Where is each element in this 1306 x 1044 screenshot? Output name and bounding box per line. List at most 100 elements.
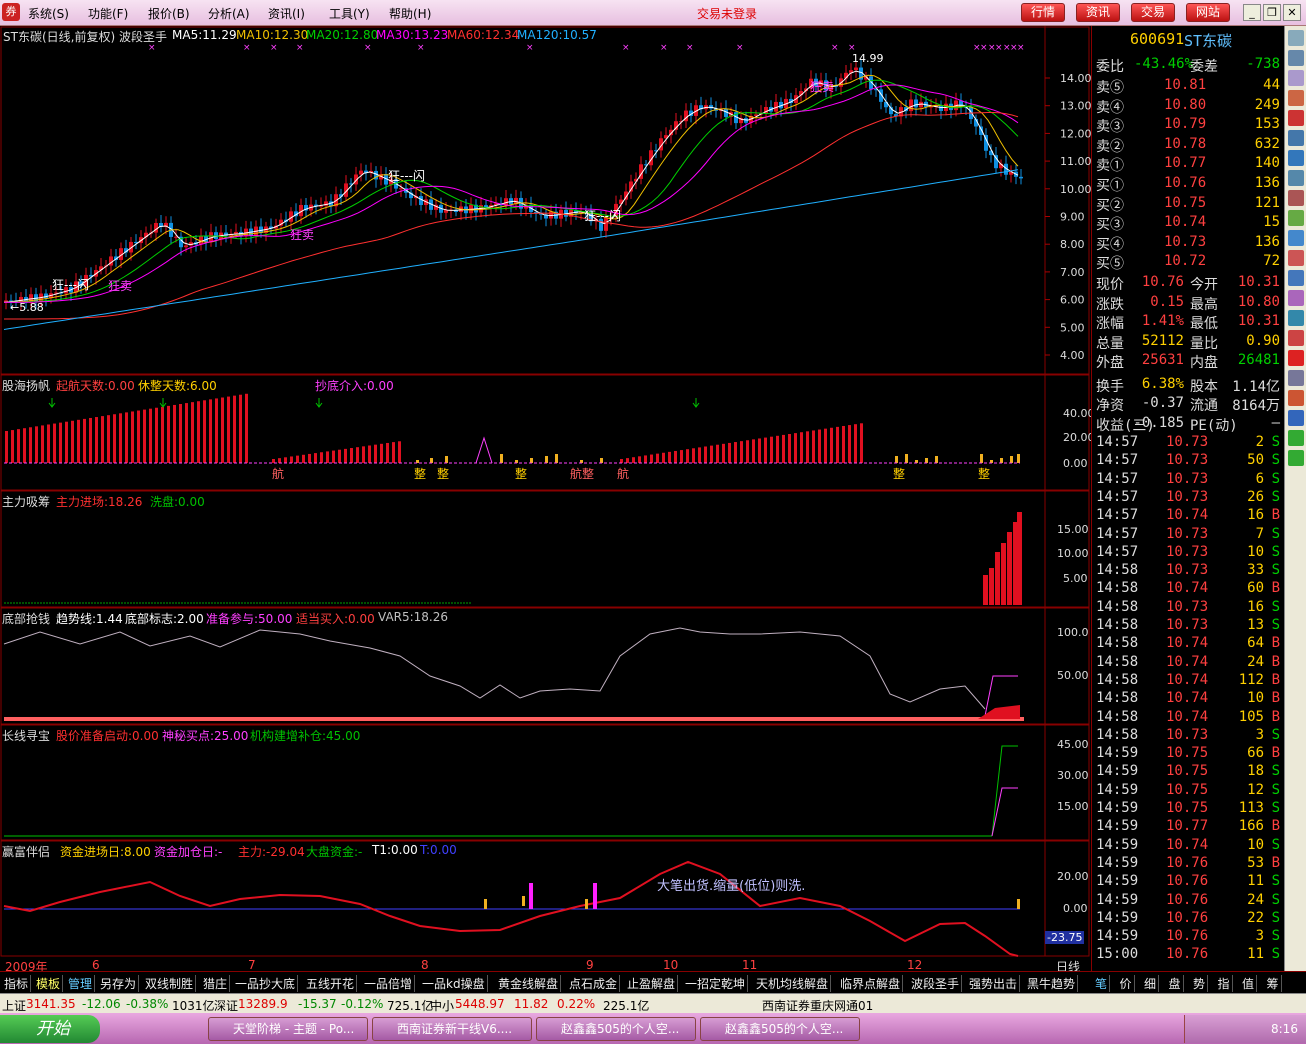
quote-view-tab[interactable]: 笔 xyxy=(1093,975,1111,992)
indicator-tab[interactable]: 点石成金 xyxy=(567,975,621,992)
menu-analysis[interactable]: 分析(A) xyxy=(208,5,250,22)
quote-view-tab[interactable]: 筹 xyxy=(1265,975,1282,992)
market-button[interactable]: 行情 xyxy=(1021,3,1065,22)
task-3[interactable]: 赵鑫鑫505的个人空... xyxy=(536,1017,696,1041)
toolbar-icon-12[interactable] xyxy=(1288,250,1304,266)
toolbar-icon-8[interactable] xyxy=(1288,170,1304,186)
chart-area[interactable]: 14.00 13.00 12.00 11.00 10.00 9.00 8.00 7.00 6.0… xyxy=(0,26,1095,974)
arrow-down-icon[interactable] xyxy=(1288,450,1304,466)
toolbar-icon-7[interactable] xyxy=(1288,150,1304,166)
quote-view-tab[interactable]: 指 xyxy=(1216,975,1233,992)
toolbar-icon-14[interactable] xyxy=(1288,290,1304,306)
indicator-tab[interactable]: 管理 xyxy=(66,975,96,992)
toolbar-icon-4[interactable] xyxy=(1288,90,1304,106)
indicator-tab[interactable]: 天机均线解盘 xyxy=(754,975,832,992)
p1-bar xyxy=(227,396,230,463)
toolbar-icon-1[interactable] xyxy=(1288,30,1304,46)
menu-system[interactable]: 系统(S) xyxy=(28,5,69,22)
p1-bar xyxy=(800,432,803,463)
menu-info[interactable]: 资讯(I) xyxy=(268,5,305,22)
indicator-tab[interactable]: 另存为 xyxy=(98,975,140,992)
menu-tools[interactable]: 工具(Y) xyxy=(329,5,370,22)
indicator-tab[interactable]: 止盈解盘 xyxy=(625,975,679,992)
task-1[interactable]: 天堂阶梯 - 主题 - Po... xyxy=(208,1017,368,1041)
x-axis-11: 11 xyxy=(742,958,758,972)
panel-frame xyxy=(0,26,1090,375)
news-button[interactable]: 资讯 xyxy=(1076,3,1120,22)
menu-function[interactable]: 功能(F) xyxy=(88,5,128,22)
toolbar-icon-9[interactable] xyxy=(1288,190,1304,206)
p1-small-bar xyxy=(445,456,448,463)
tick-side: B xyxy=(1271,745,1280,762)
trade-button[interactable]: 交易 xyxy=(1131,3,1175,22)
indicator-tab[interactable]: 一品倍增 xyxy=(362,975,416,992)
toolbar-icon-16[interactable] xyxy=(1288,330,1304,346)
toolbar-icon-13[interactable] xyxy=(1288,270,1304,286)
down-arrow-icon xyxy=(48,398,56,408)
tick-volume: 3 xyxy=(1255,928,1264,945)
stat-value-2: 26481 xyxy=(1237,352,1280,368)
indicator-tab[interactable]: 一品kd操盘 xyxy=(420,975,488,992)
toolbar-icon-3[interactable] xyxy=(1288,70,1304,86)
menu-help[interactable]: 帮助(H) xyxy=(389,5,431,22)
indicator-tab[interactable]: 五线开花 xyxy=(304,975,358,992)
quote-view-tab[interactable]: 值 xyxy=(1240,975,1258,992)
indicator-tab[interactable]: 强势出击 xyxy=(967,975,1021,992)
tick-time: 14:57 xyxy=(1096,488,1139,505)
close-icon[interactable]: ✕ xyxy=(1283,4,1301,21)
tick-time: 14:59 xyxy=(1096,818,1139,835)
tick-side: B xyxy=(1271,818,1280,835)
toolbar-icon-18[interactable] xyxy=(1288,370,1304,386)
side-toolbar xyxy=(1284,26,1306,971)
quote-view-tab[interactable]: 细 xyxy=(1142,975,1160,992)
tick-time: 14:58 xyxy=(1096,690,1139,707)
tick-side: S xyxy=(1271,726,1280,743)
quote-view-tab[interactable]: 盘 xyxy=(1167,975,1184,992)
tick-price: 10.75 xyxy=(1166,745,1209,762)
arrow-up-icon[interactable] xyxy=(1288,430,1304,446)
quote-view-tab[interactable]: 价 xyxy=(1118,975,1135,992)
indicator-tab[interactable]: 双线制胜 xyxy=(143,975,197,992)
toolbar-icon-15[interactable] xyxy=(1288,310,1304,326)
x-axis-10: 10 xyxy=(663,958,679,972)
top-marker: × xyxy=(296,43,304,53)
task-4[interactable]: 赵鑫鑫505的个人空... xyxy=(700,1017,860,1041)
indicator-tab[interactable]: 黄金线解盘 xyxy=(496,975,562,992)
high-price-marker: 14.99 xyxy=(852,52,884,65)
toolbar-icon-2[interactable] xyxy=(1288,50,1304,66)
toolbar-icon-6[interactable] xyxy=(1288,130,1304,146)
minimize-icon[interactable]: _ xyxy=(1243,4,1261,21)
toolbar-icon-19[interactable] xyxy=(1288,390,1304,406)
toolbar-icon-11[interactable] xyxy=(1288,230,1304,246)
toolbar-icon-5[interactable] xyxy=(1288,110,1304,126)
sz-label: 深证 xyxy=(214,999,239,1013)
panel3-tick-1: 100.0 xyxy=(1057,626,1089,639)
indicator-tab[interactable]: 黑牛趋势 xyxy=(1025,975,1079,992)
menu-quote[interactable]: 报价(B) xyxy=(148,5,190,22)
panel2-tick-3: 5.00 xyxy=(1063,572,1088,585)
indicator-tab[interactable]: 波段圣手 xyxy=(909,975,963,992)
bid-label: 买④ xyxy=(1096,236,1124,253)
start-button[interactable]: 开始 xyxy=(0,1015,100,1043)
indicator-tab[interactable]: 指标 xyxy=(2,975,32,992)
tick-price: 10.73 xyxy=(1166,562,1209,579)
toolbar-icon-17[interactable] xyxy=(1288,350,1304,366)
ma120-label: MA120:10.57 xyxy=(517,28,597,42)
website-button[interactable]: 网站 xyxy=(1186,3,1230,22)
indicator-tab[interactable]: 猎庄 xyxy=(201,975,231,992)
task-2[interactable]: 西南证券新干线V6.... xyxy=(372,1017,532,1041)
indicator-tab[interactable]: 一品抄大底 xyxy=(233,975,299,992)
weibi-label: 委比 xyxy=(1096,59,1124,75)
indicator-tab[interactable]: 模板 xyxy=(34,975,64,992)
price-tick-label: 10.00 xyxy=(1060,183,1091,196)
tick-volume: 18 xyxy=(1247,763,1264,780)
indicator-tab[interactable]: 一招定乾坤 xyxy=(683,975,749,992)
toolbar-icon-10[interactable] xyxy=(1288,210,1304,226)
p1-bar xyxy=(11,430,14,463)
indicator-tab[interactable]: 临界点解盘 xyxy=(838,975,904,992)
p1-bar xyxy=(788,434,791,463)
quote-view-tab[interactable]: 势 xyxy=(1191,975,1209,992)
stat-value-2: — xyxy=(1271,414,1280,431)
toolbar-icon-20[interactable] xyxy=(1288,410,1304,426)
restore-icon[interactable]: ❐ xyxy=(1263,4,1281,21)
